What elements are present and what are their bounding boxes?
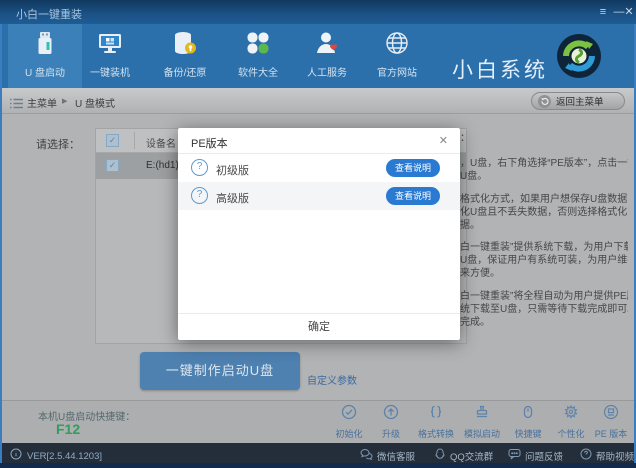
nav-item-label: 软件大全: [238, 68, 278, 79]
tool-upgrade[interactable]: 升级: [368, 404, 414, 440]
help-text-line: 格式化方式，如果用户想保存U盘数据，就: [460, 194, 628, 205]
mouse-icon: [520, 405, 536, 424]
nav-item-support[interactable]: 人工服务: [290, 24, 364, 88]
confirm-button[interactable]: 确定: [178, 313, 460, 340]
back-arrow-icon: [538, 94, 551, 108]
help-text-line: U盘，保证用户有系统可装，为用户维护以: [460, 255, 628, 266]
breadcrumb-separator-icon: ▶: [62, 98, 68, 105]
column-header-device-name: 设备名: [146, 139, 176, 150]
pe-option-label: 高级版: [216, 193, 249, 205]
tool-hotkeys[interactable]: 快捷键: [505, 404, 551, 440]
brand-logo-icon: [556, 33, 602, 79]
hotkey-label: 本机U盘启动快捷键：: [38, 412, 136, 423]
nav-item-label: 备份/还原: [163, 68, 207, 79]
help-text-panel: ： ，U盘，右下角选择“PE版本”，点击一键 U盘。 格式化方式，如果用户想保存…: [460, 114, 628, 400]
view-details-button[interactable]: 查看说明: [386, 159, 440, 177]
hotkey-bar: 本机U盘启动快捷键： F12 初始化 升级 格式转换 模拟启动 快捷键 个性化 …: [0, 400, 636, 443]
select-all-checkbox[interactable]: ✓: [106, 134, 119, 147]
dialog-header: PE版本 ✕: [178, 128, 460, 154]
database-backup-icon: [172, 30, 198, 56]
question-circle-icon: ?: [191, 159, 208, 176]
help-text-line: ，U盘，右下角选择“PE版本”，点击一键: [460, 158, 628, 169]
gear-flower-icon: [563, 404, 579, 424]
pe-option-basic: ? 初级版 查看说明: [178, 154, 460, 182]
return-main-menu-label: 返回主菜单: [556, 97, 604, 108]
brand-name: 小白系统: [452, 59, 548, 82]
make-boot-usb-button[interactable]: 一键制作启动U盘: [140, 352, 300, 390]
header-divider: [134, 132, 135, 149]
window-title: 小白一键重装: [16, 9, 82, 21]
help-text-line: 来方便。: [460, 268, 500, 279]
tool-initialize[interactable]: 初始化: [326, 404, 372, 440]
globe-icon: [384, 30, 410, 56]
window-bottom-border: [0, 463, 636, 468]
return-main-menu-button[interactable]: 返回主菜单: [531, 92, 625, 110]
nav-item-label: 官方网站: [377, 68, 417, 79]
nav-item-label: U 盘启动: [25, 68, 65, 79]
hotkey-value: F12: [56, 421, 81, 437]
version-text: VER[2.5.44.1203]: [27, 450, 102, 462]
breadcrumb-root[interactable]: 主菜单: [27, 95, 57, 110]
check-circle-icon: [341, 404, 357, 424]
stamp-icon: [474, 405, 490, 424]
pe-option-advanced: ? 高级版 查看说明: [178, 182, 460, 210]
pe-option-label: 初级版: [216, 165, 249, 177]
help-text-line: U盘。: [460, 171, 488, 182]
usb-drive-icon: [32, 30, 58, 56]
software-grid-icon: [245, 30, 271, 56]
arrow-up-circle-icon: [383, 404, 399, 424]
nav-item-backup-restore[interactable]: 备份/还原: [148, 24, 222, 88]
question-circle-icon: ?: [191, 187, 208, 204]
nav-item-label: 一键装机: [90, 68, 130, 79]
titlebar: 小白一键重装 ≡ — ✕: [0, 0, 636, 24]
monitor-icon: [97, 30, 123, 56]
list-icon: [10, 96, 23, 114]
tool-pe-version[interactable]: PE 版本: [588, 404, 634, 440]
nav-item-software[interactable]: 软件大全: [221, 24, 295, 88]
help-text-line: 据。: [460, 220, 480, 231]
nav-item-official-site[interactable]: 官方网站: [360, 24, 434, 88]
nav-item-one-click-install[interactable]: 一键装机: [73, 24, 147, 88]
tool-simulate-boot[interactable]: 模拟启动: [459, 404, 505, 440]
breadcrumb-bar: 主菜单 ▶ U 盘模式 返回主菜单: [0, 88, 636, 114]
help-text-line: ：: [460, 133, 470, 144]
pe-version-dialog: PE版本 ✕ ? 初级版 查看说明 ? 高级版 查看说明 确定: [178, 128, 460, 340]
breadcrumb-current: U 盘模式: [75, 99, 115, 110]
nav-item-label: 人工服务: [307, 68, 347, 79]
window-left-border: [0, 24, 2, 463]
app-window: 小白一键重装 ≡ — ✕ U 盘启动 一键装机 备份/还原 软件大全 人工服务 …: [0, 0, 636, 468]
help-text-line: 统下载至U盘，只需等待下载完成即可。U: [460, 304, 628, 315]
view-details-button[interactable]: 查看说明: [386, 187, 440, 205]
help-text-line: 白一键重装”将全程自动为用户提供PE版本: [460, 291, 628, 302]
help-text-line: 化U盘且不丢失数据，否则选择格式化U盘: [460, 207, 628, 218]
braces-icon: [428, 405, 444, 424]
person-heart-icon: [314, 30, 340, 56]
status-bar: VER[2.5.44.1203] 微信客服 QQ交流群 问题反馈 帮助视频: [0, 443, 636, 463]
custom-params-link[interactable]: 自定义参数: [307, 372, 357, 387]
nav-item-usb-boot[interactable]: U 盘启动: [8, 24, 82, 88]
dialog-title: PE版本: [191, 138, 228, 150]
row-checkbox[interactable]: ✓: [106, 159, 119, 172]
select-label: 请选择：: [36, 139, 80, 151]
help-text-line: 完成。: [460, 317, 490, 328]
window-menu-icon[interactable]: ≡: [596, 4, 610, 20]
dialog-close-icon[interactable]: ✕: [439, 134, 448, 147]
help-text-line: 白一键重装”提供系统下载，为用户下载系: [460, 242, 628, 253]
pe-version-icon: [603, 404, 619, 424]
nav-bar: U 盘启动 一键装机 备份/还原 软件大全 人工服务 官方网站 小白系统: [0, 24, 636, 100]
tool-format-convert[interactable]: 格式转换: [413, 404, 459, 440]
close-icon[interactable]: ✕: [622, 4, 636, 20]
